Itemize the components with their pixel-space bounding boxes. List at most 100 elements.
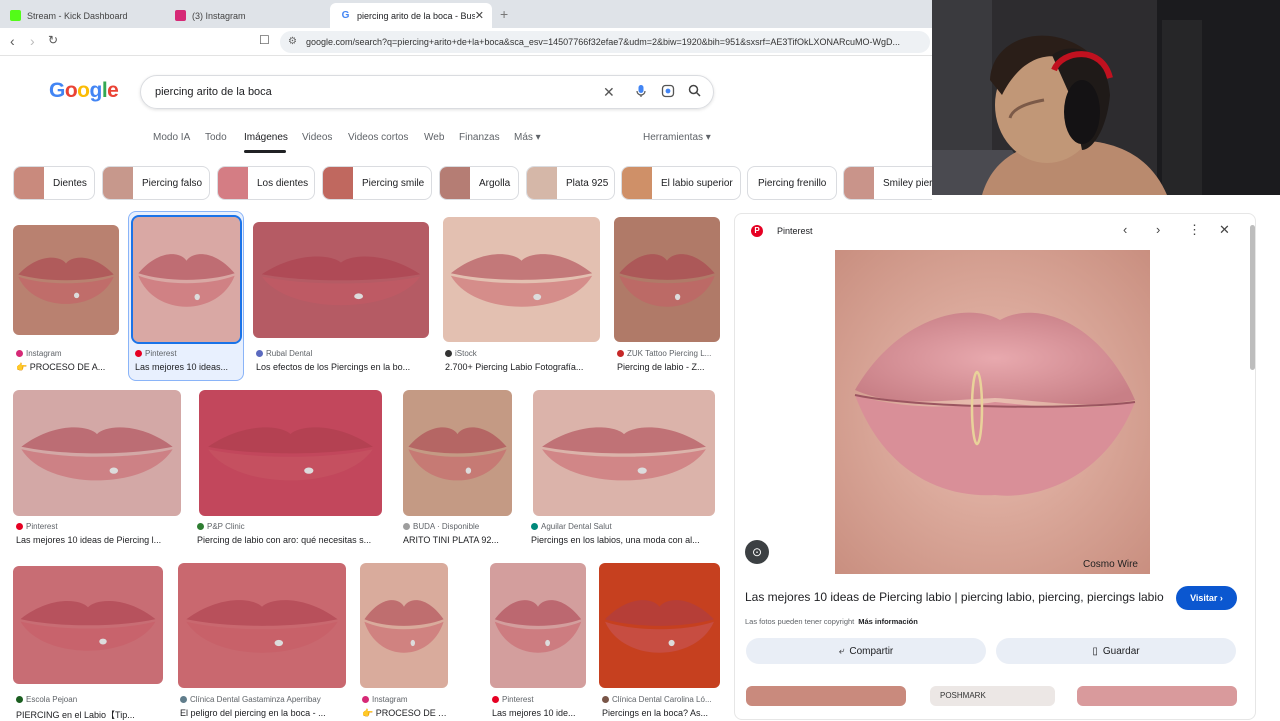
result-caption[interactable]: PIERCING en el Labio【Tip... (16, 708, 163, 721)
result-image[interactable] (13, 390, 181, 516)
lip-illustration (494, 600, 582, 653)
tools-menu[interactable]: Herramientas ▾ (643, 132, 711, 143)
result-image[interactable] (599, 563, 720, 688)
tab-videos[interactable]: Videos (302, 132, 332, 143)
tab-web[interactable]: Web (424, 132, 444, 143)
url-field[interactable]: ⚙ google.com/search?q=piercing+arito+de+… (280, 31, 930, 53)
google-logo[interactable]: Google (49, 79, 119, 103)
clear-icon[interactable]: ✕ (603, 84, 615, 101)
result-source[interactable]: Pinterest (492, 695, 586, 704)
result-source[interactable]: P&P Clinic (197, 522, 382, 531)
result-source[interactable]: Escola Pejoan (16, 695, 163, 704)
result-image[interactable] (13, 225, 119, 335)
result-image[interactable] (614, 217, 720, 342)
result-image[interactable] (131, 215, 242, 344)
related-image[interactable]: POSHMARK (930, 686, 1055, 706)
result-source[interactable]: Instagram (16, 349, 120, 358)
result-image[interactable] (178, 563, 346, 688)
visit-button[interactable]: Visitar › (1176, 586, 1237, 610)
result-image[interactable] (199, 390, 382, 516)
reload-icon[interactable]: ↻ (48, 33, 58, 47)
result-image[interactable] (490, 563, 586, 688)
chip-piercing-frenillo[interactable]: Piercing frenillo (747, 166, 837, 200)
result-caption[interactable]: 2.700+ Piercing Labio Fotografía... (445, 362, 600, 372)
back-icon[interactable]: ‹ (10, 33, 15, 49)
result-source[interactable]: Aguilar Dental Salut (531, 522, 715, 531)
save-button[interactable]: ▯ Guardar (996, 638, 1236, 664)
result-caption[interactable]: Piercing de labio - Z... (617, 362, 720, 372)
share-button[interactable]: ⤶ Compartir (746, 638, 986, 664)
related-image[interactable] (1077, 686, 1237, 706)
preview-source[interactable]: Pinterest (777, 226, 813, 236)
visual-search-icon[interactable]: ⊙ (745, 540, 769, 564)
result-source[interactable]: Clínica Dental Carolina Ló... (602, 695, 720, 704)
tab-instagram[interactable]: (3) Instagram (165, 3, 330, 28)
result-source[interactable]: BUDA · Disponible (403, 522, 512, 531)
result-source[interactable]: Clínica Dental Gastaminza Aperribay (180, 695, 346, 704)
site-info-icon[interactable]: ⚙ (288, 31, 297, 53)
more-info-link[interactable]: Más información (858, 617, 918, 626)
related-image[interactable] (746, 686, 906, 706)
result-caption[interactable]: Los efectos de los Piercings en la bo... (256, 362, 428, 372)
result-caption[interactable]: 👉 PROCESO DE A... (16, 362, 120, 373)
source-name: P&P Clinic (207, 522, 245, 531)
tab-kick[interactable]: Stream - Kick Dashboard (0, 3, 165, 28)
result-caption[interactable]: Piercings en los labios, una moda con al… (531, 535, 715, 545)
result-image[interactable] (13, 566, 163, 684)
next-icon[interactable]: › (1156, 222, 1160, 237)
result-caption[interactable]: ARITO TINI PLATA 92... (403, 535, 512, 545)
close-tab-icon[interactable]: ✕ (475, 9, 484, 22)
tab-modo-ia[interactable]: Modo IA (153, 132, 190, 143)
search-icon[interactable] (688, 84, 701, 100)
result-caption[interactable]: Las mejores 10 ide... (492, 708, 586, 718)
previous-icon[interactable]: ‹ (1123, 222, 1127, 237)
preview-image[interactable]: Cosmo Wire (835, 250, 1150, 574)
chip-piercing-smile[interactable]: Piercing smile (322, 166, 432, 200)
tab-title: (3) Instagram (192, 10, 246, 21)
source-name: Rubal Dental (266, 349, 313, 358)
result-source[interactable]: ZUK Tattoo Piercing L... (617, 349, 720, 358)
preview-title[interactable]: Las mejores 10 ideas de Piercing labio |… (745, 590, 1164, 604)
result-image[interactable] (533, 390, 715, 516)
search-box[interactable]: piercing arito de la boca ✕ (140, 75, 714, 109)
chip-smiley-piercing[interactable]: Smiley pierc (843, 166, 932, 200)
result-caption[interactable]: Piercing de labio con aro: qué necesitas… (197, 535, 382, 545)
result-image[interactable] (253, 222, 429, 338)
microphone-icon[interactable] (635, 84, 647, 101)
more-options-icon[interactable]: ⋮ (1188, 222, 1201, 238)
result-caption[interactable]: Las mejores 10 ideas de Piercing l... (16, 535, 181, 545)
tab-finanzas[interactable]: Finanzas (459, 132, 500, 143)
result-image[interactable] (443, 217, 600, 342)
chip-dientes[interactable]: Dientes (13, 166, 95, 200)
lens-icon[interactable] (661, 84, 675, 101)
tab-videos-cortos[interactable]: Videos cortos (348, 132, 408, 143)
bookmark-icon[interactable]: ☐ (259, 33, 270, 47)
result-source[interactable]: iStock (445, 349, 600, 358)
chip-argolla[interactable]: Argolla (439, 166, 519, 200)
close-icon[interactable]: ✕ (1219, 222, 1230, 238)
search-input[interactable]: piercing arito de la boca (155, 86, 272, 98)
chip-plata-925[interactable]: Plata 925 (526, 166, 615, 200)
chip-los-dientes[interactable]: Los dientes (217, 166, 315, 200)
result-caption[interactable]: Las mejores 10 ideas... (135, 362, 237, 372)
result-source[interactable]: Pinterest (16, 522, 181, 531)
source-favicon-icon (135, 350, 142, 357)
chip-el-labio-superior[interactable]: El labio superior (621, 166, 741, 200)
result-caption[interactable]: El peligro del piercing en la boca - ... (180, 708, 346, 718)
result-image[interactable] (360, 563, 448, 688)
result-image[interactable] (403, 390, 512, 516)
forward-icon[interactable]: › (30, 33, 35, 49)
result-source[interactable]: Instagram (362, 695, 448, 704)
panel-scrollbar[interactable] (1250, 225, 1255, 370)
tab-todo[interactable]: Todo (205, 132, 227, 143)
lip-illustration (208, 427, 373, 481)
result-caption[interactable]: 👉 PROCESO DE AR... (362, 708, 448, 719)
result-source[interactable]: Rubal Dental (256, 349, 428, 358)
new-tab-icon[interactable]: + (500, 6, 508, 22)
result-caption[interactable]: Piercings en la boca? As... (602, 708, 720, 718)
tab-mas[interactable]: Más ▾ (514, 132, 541, 143)
chip-piercing-falso[interactable]: Piercing falso (102, 166, 210, 200)
tab-imagenes[interactable]: Imágenes (244, 132, 288, 143)
tab-google-search[interactable]: G piercing arito de la boca - Busca ✕ (330, 3, 492, 28)
result-source[interactable]: Pinterest (135, 349, 237, 358)
